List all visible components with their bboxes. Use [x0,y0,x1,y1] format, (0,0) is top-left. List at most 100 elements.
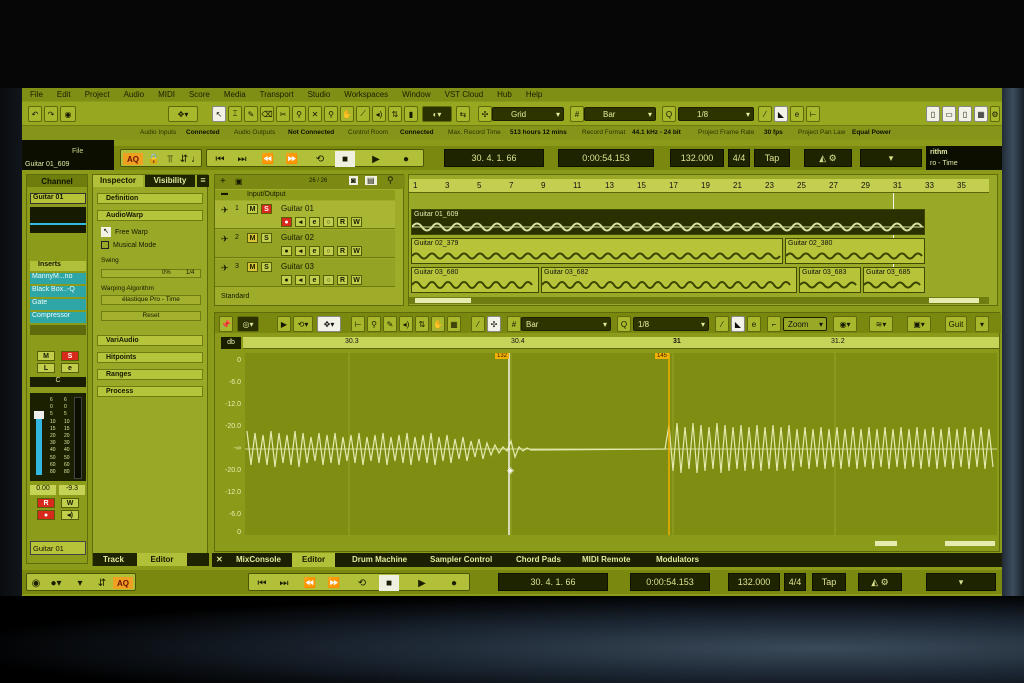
audio-clip[interactable]: Guitar 03_683 [799,267,861,293]
layout-right-icon[interactable]: ▯ [958,106,972,122]
editor-edit-icon[interactable]: e [747,316,761,332]
fader-handle[interactable] [34,411,44,419]
erase-tool-icon[interactable]: ⌫ [260,106,274,122]
audio-clip[interactable]: Guitar 02_380 [785,238,925,264]
read-automation-button[interactable]: R [37,498,55,508]
menu-hub[interactable]: Hub [497,90,512,99]
free-warp-row[interactable]: ↖ Free Warp [101,227,148,237]
section-variaudio[interactable]: VariAudio [97,335,203,346]
bottom-play-icon[interactable]: ▶ [415,577,429,589]
quantize-apply-icon[interactable]: ◣ [774,106,788,122]
insert-slot-4[interactable]: Compressor [30,312,86,323]
channel-track-name[interactable]: Guitar 01 [30,193,86,204]
search-icon[interactable]: ⚲ [387,175,394,186]
section-audiowarp[interactable]: AudioWarp [97,210,203,221]
section-hitpoints[interactable]: Hitpoints [97,352,203,363]
track-solo-button[interactable]: S [261,262,272,272]
tool-select-dropdown[interactable]: ✥▾ [168,106,198,122]
inspector-menu-icon[interactable]: ≡ [197,175,209,187]
musical-mode-row[interactable]: Musical Mode [101,241,156,249]
editor-grid-icon[interactable]: # [507,316,521,332]
list-icon[interactable]: ▤ [365,176,377,185]
menu-transport[interactable]: Transport [260,90,294,99]
warp-marker-2[interactable]: 145 [655,353,670,359]
comp-tool-icon[interactable]: ⇅ [388,106,402,122]
channel-listen-button[interactable]: L [37,363,55,373]
track-read-button[interactable]: R [337,217,348,227]
editor-iterative-icon[interactable]: ⁄ [715,316,729,332]
channel-bottom-name[interactable]: Guitar 01 [30,541,86,555]
section-process[interactable]: Process [97,386,203,397]
folder-track[interactable]: ▬ Input/Output [215,190,395,200]
editor-snap-icon[interactable]: ✣ [487,316,501,332]
write-automation-button[interactable]: W [61,498,79,508]
go-end-icon[interactable]: ⏭ [235,153,249,165]
track-freeze-button[interactable]: ○ [323,246,334,256]
color-dropdown[interactable]: ◐▾ [422,106,452,122]
stop-icon[interactable]: ■ [335,151,355,167]
range-select-icon[interactable]: ⊢ [351,316,365,332]
track-monitor-button[interactable]: ◂ [295,275,306,285]
draw-tool-icon[interactable]: ✎ [244,106,258,122]
layout-left-icon[interactable]: ▯ [926,106,940,122]
lock-icon[interactable]: 🔒 [147,153,161,165]
tab-inspector[interactable]: Inspector [93,175,143,187]
gate-icon[interactable]: ▦ [447,316,461,332]
warp-icon[interactable]: ⁄ [471,316,485,332]
bottom-transport-dropdown[interactable]: ▾ [926,573,996,591]
menu-help[interactable]: Help [526,90,542,99]
autoscroll-icon[interactable]: ⇆ [456,106,470,122]
iterative-quantize-icon[interactable]: ⁄ [758,106,772,122]
channel-pan[interactable]: C [30,377,86,387]
bottom-history-icon[interactable]: ◉ [29,577,43,589]
editor-scroll-thumb[interactable] [875,541,897,546]
tab-drum-machine[interactable]: Drum Machine [352,555,407,564]
menu-score[interactable]: Score [189,90,210,99]
history-icon[interactable]: ◉ [60,106,76,122]
track-read-button[interactable]: R [337,246,348,256]
tab-mixconsole[interactable]: MixConsole [236,555,281,564]
section-definition[interactable]: Definition [97,193,203,204]
track-row[interactable]: ✈ 3 M S Guitar 03 ● ◂ e ○ R W [215,259,395,287]
view-eye-icon[interactable]: ◉▾ [833,316,857,332]
free-warp-icon[interactable]: ↖ [101,227,111,237]
hand-editor-icon[interactable]: ✋ [431,316,445,332]
track-name[interactable]: Guitar 01 [281,204,314,213]
tab-modulators[interactable]: Modulators [656,555,699,564]
warp-algorithm-select[interactable]: élastique Pro - Time [101,295,201,305]
zoom-tool-icon[interactable]: ⚲ [324,106,338,122]
track-edit-button[interactable]: e [309,246,320,256]
insert-slot-1[interactable]: MannyM...no [30,273,86,284]
section-ranges[interactable]: Ranges [97,369,203,380]
pin-icon[interactable]: 📌 [219,316,233,332]
track-write-button[interactable]: W [351,217,362,227]
camera-icon[interactable]: ◙ [349,176,358,185]
bottom-forward-icon[interactable]: ⏩ [327,577,341,589]
hand-tool-icon[interactable]: ✋ [340,106,354,122]
musical-mode-checkbox[interactable] [101,241,109,249]
play-preview-icon[interactable]: ▶ [277,316,291,332]
monitor-button[interactable]: ◂) [61,510,79,520]
forward-icon[interactable]: ⏩ [285,153,299,165]
menu-window[interactable]: Window [402,90,430,99]
zoom-audio-icon[interactable]: ⌐ [767,316,781,332]
transport-dropdown[interactable]: ▾ [860,149,922,167]
track-solo-button[interactable]: S [261,204,272,214]
track-edit-button[interactable]: e [309,217,320,227]
editor-tool-dropdown[interactable]: ✥▾ [317,316,341,332]
insert-slot-3[interactable]: Gate [30,299,86,310]
tempo-icon[interactable]: ♩ [189,153,203,165]
position-display[interactable]: 30. 4. 1. 66 [444,149,544,167]
menu-workspaces[interactable]: Workspaces [344,90,388,99]
track-solo-button[interactable]: S [261,233,272,243]
bottom-go-end-icon[interactable]: ⏭ [277,577,291,589]
track-mute-button[interactable]: M [247,262,258,272]
bottom-metronome-button[interactable]: ◭ ⚙ [858,573,902,591]
undo-icon[interactable]: ↶ [28,106,42,122]
pointer-tool-icon[interactable]: ↖ [212,106,226,122]
menu-vst-cloud[interactable]: VST Cloud [445,90,484,99]
layout-bottom-icon[interactable]: ▭ [942,106,956,122]
track-record-button[interactable]: ● [281,275,292,285]
tab-sampler-control[interactable]: Sampler Control [430,555,492,564]
audio-clip[interactable]: Guitar 03_680 [411,267,539,293]
